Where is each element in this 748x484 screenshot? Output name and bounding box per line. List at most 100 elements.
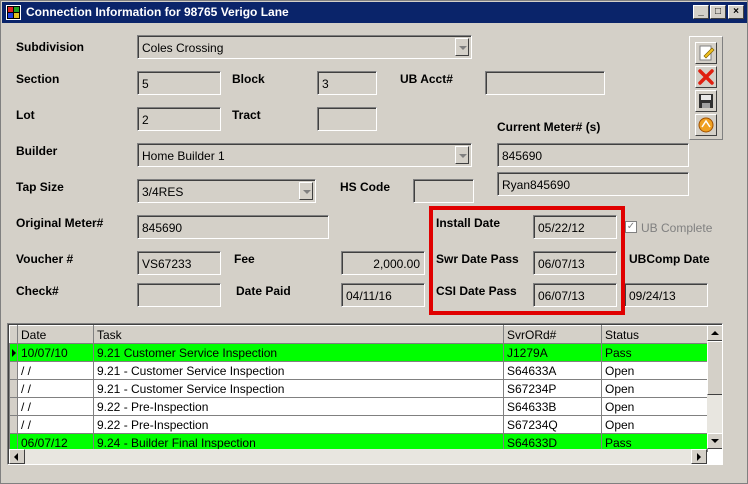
date-paid-field[interactable]: 04/11/16 <box>341 283 425 307</box>
inspection-grid[interactable]: Date Task SvrORd# Status 10/07/10 9.21 C… <box>7 323 723 465</box>
fee-field[interactable]: 2,000.00 <box>341 251 425 275</box>
ub-complete-label: UB Complete <box>641 221 713 235</box>
block-label: Block <box>232 72 265 86</box>
current-meter-field-1[interactable]: 845690 <box>497 143 689 167</box>
row-indicator <box>9 379 18 398</box>
current-meter-label: Current Meter# (s) <box>497 120 601 134</box>
tap-size-dropdown[interactable]: 3/4RES <box>137 179 316 203</box>
cell-task[interactable]: 9.21 - Customer Service Inspection <box>93 361 504 380</box>
scroll-right-button[interactable] <box>691 449 707 464</box>
ub-acct-field[interactable] <box>485 71 605 95</box>
date-paid-label: Date Paid <box>236 284 291 298</box>
column-header-date[interactable]: Date <box>17 325 94 344</box>
app-icon <box>6 5 21 20</box>
scroll-up-button[interactable] <box>707 325 722 341</box>
hs-code-field[interactable] <box>413 179 474 203</box>
title-bar[interactable]: Connection Information for 98765 Verigo … <box>2 2 747 23</box>
edit-button[interactable] <box>695 42 717 64</box>
section-label: Section <box>16 72 60 86</box>
cell-task[interactable]: 9.21 - Customer Service Inspection <box>93 379 504 398</box>
original-meter-field[interactable]: 845690 <box>137 215 329 239</box>
hs-code-label: HS Code <box>340 180 391 194</box>
cell-date[interactable]: / / <box>17 415 94 434</box>
chevron-down-icon[interactable] <box>455 38 469 56</box>
column-header-task[interactable]: Task <box>93 325 504 344</box>
chevron-down-icon <box>711 439 719 443</box>
table-row[interactable]: / / 9.21 - Customer Service Inspection S… <box>9 361 708 380</box>
cell-order[interactable]: S64633A <box>503 361 602 380</box>
scroll-left-button[interactable] <box>9 449 25 464</box>
builder-value: Home Builder 1 <box>142 149 225 163</box>
cell-status[interactable]: Pass <box>601 343 708 362</box>
connection-info-window: Connection Information for 98765 Verigo … <box>0 0 748 484</box>
ubcomp-date-label: UBComp Date <box>629 252 710 266</box>
save-icon <box>699 94 713 108</box>
block-field[interactable]: 3 <box>317 71 377 95</box>
table-row[interactable]: / / 9.21 - Customer Service Inspection S… <box>9 379 708 398</box>
check-label: Check# <box>16 284 59 298</box>
restore-button[interactable]: □ <box>710 5 726 19</box>
cell-status[interactable]: Open <box>601 361 708 380</box>
lot-field[interactable]: 2 <box>137 107 221 131</box>
section-field[interactable]: 5 <box>137 71 221 95</box>
cell-task[interactable]: 9.22 - Pre-Inspection <box>93 397 504 416</box>
cell-task[interactable]: 9.21 Customer Service Inspection <box>93 343 504 362</box>
highlight-box <box>429 206 625 315</box>
chevron-left-icon <box>14 453 18 461</box>
cell-date[interactable]: / / <box>17 361 94 380</box>
vertical-scroll-thumb[interactable] <box>707 341 722 395</box>
subdivision-dropdown[interactable]: Coles Crossing <box>137 35 472 59</box>
delete-button[interactable] <box>695 66 717 88</box>
inspection-table: Date Task SvrORd# Status 10/07/10 9.21 C… <box>9 325 708 452</box>
action-toolbar <box>689 36 723 140</box>
table-row[interactable]: 10/07/10 9.21 Customer Service Inspectio… <box>9 343 708 362</box>
cell-order[interactable]: J1279A <box>503 343 602 362</box>
table-row[interactable]: / / 9.22 - Pre-Inspection S64633B Open <box>9 397 708 416</box>
edit-icon <box>699 45 715 61</box>
vertical-scrollbar[interactable] <box>707 325 722 449</box>
close-button[interactable]: × <box>728 5 744 19</box>
table-row[interactable]: / / 9.22 - Pre-Inspection S67234Q Open <box>9 415 708 434</box>
cell-date[interactable]: / / <box>17 379 94 398</box>
subdivision-value: Coles Crossing <box>142 41 224 55</box>
chevron-up-icon <box>711 331 719 335</box>
row-indicator-header <box>9 325 18 344</box>
tap-size-value: 3/4RES <box>142 185 184 199</box>
check-field[interactable] <box>137 283 221 307</box>
horizontal-scrollbar[interactable] <box>9 449 707 464</box>
scroll-down-button[interactable] <box>707 433 722 449</box>
ub-acct-label: UB Acct# <box>400 72 453 86</box>
print-button[interactable] <box>695 114 717 136</box>
cell-date[interactable]: / / <box>17 397 94 416</box>
cell-order[interactable]: S67234P <box>503 379 602 398</box>
subdivision-label: Subdivision <box>16 40 85 54</box>
cell-status[interactable]: Open <box>601 397 708 416</box>
cell-order[interactable]: S67234Q <box>503 415 602 434</box>
voucher-field[interactable]: VS67233 <box>137 251 221 275</box>
cell-order[interactable]: S64633B <box>503 397 602 416</box>
cell-task[interactable]: 9.22 - Pre-Inspection <box>93 415 504 434</box>
delete-icon <box>698 69 714 85</box>
chevron-down-icon[interactable] <box>299 182 313 200</box>
lot-label: Lot <box>16 108 35 122</box>
chevron-down-icon[interactable] <box>455 146 469 164</box>
row-pointer-icon <box>12 349 16 357</box>
current-meter-field-2[interactable]: Ryan845690 <box>497 172 689 196</box>
tap-size-label: Tap Size <box>16 180 64 194</box>
cell-status[interactable]: Open <box>601 415 708 434</box>
tract-label: Tract <box>232 108 261 122</box>
column-header-status[interactable]: Status <box>601 325 708 344</box>
print-icon <box>698 117 714 133</box>
builder-label: Builder <box>16 144 58 158</box>
column-header-order[interactable]: SvrORd# <box>503 325 602 344</box>
tract-field[interactable] <box>317 107 377 131</box>
cell-status[interactable]: Open <box>601 379 708 398</box>
cell-date[interactable]: 10/07/10 <box>17 343 94 362</box>
row-indicator <box>9 415 18 434</box>
minimize-button[interactable]: _ <box>693 5 709 19</box>
builder-dropdown[interactable]: Home Builder 1 <box>137 143 472 167</box>
ub-complete-checkbox[interactable]: ✓ <box>625 221 637 233</box>
save-button[interactable] <box>695 90 717 112</box>
ubcomp-date-field[interactable]: 09/24/13 <box>624 283 708 307</box>
table-header-row: Date Task SvrORd# Status <box>9 325 708 344</box>
